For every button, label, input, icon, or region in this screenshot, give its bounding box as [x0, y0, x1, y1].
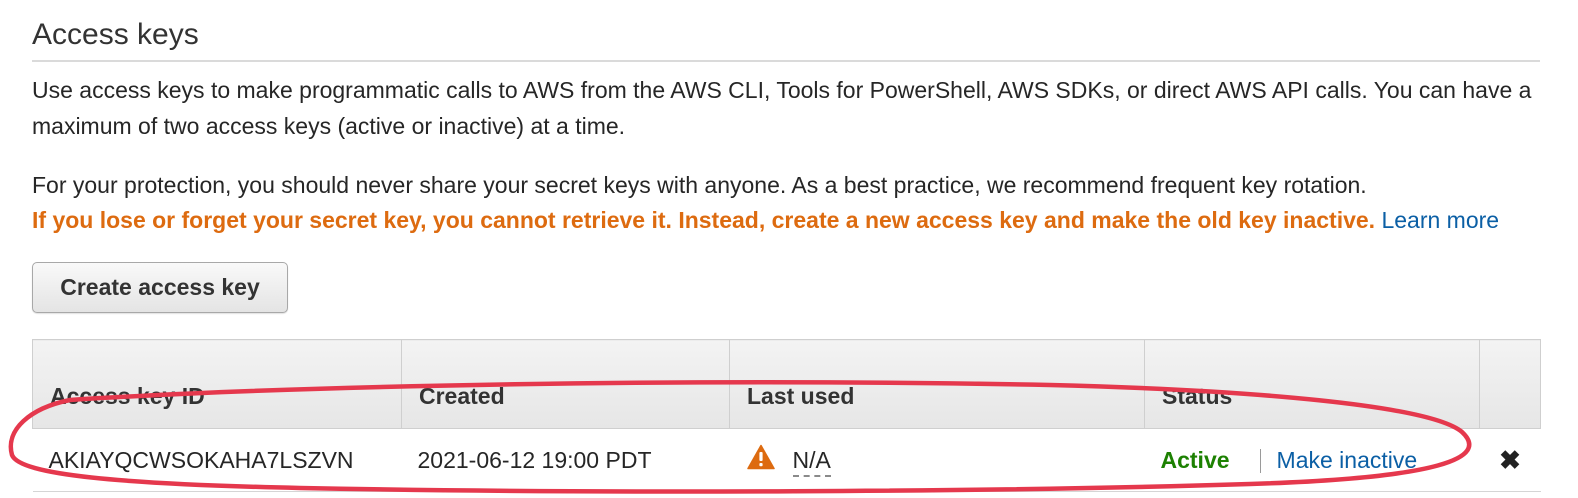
section-title: Access keys	[32, 18, 199, 51]
column-header-status: Status	[1144, 339, 1480, 429]
description-text: Use access keys to make programmatic cal…	[32, 77, 1532, 139]
table-header-row: Access key ID Created Last used Status	[32, 339, 1541, 429]
make-inactive-link[interactable]: Make inactive	[1277, 447, 1418, 473]
column-header-access-key-id: Access key ID	[32, 339, 402, 429]
create-access-key-button[interactable]: Create access key	[32, 262, 288, 313]
last-used-value[interactable]: N/A	[792, 446, 831, 477]
access-key-id-cell: AKIAYQCWSOKAHA7LSZVN	[32, 428, 402, 492]
status-badge: Active	[1160, 446, 1230, 473]
title-divider	[32, 60, 1540, 62]
warning-triangle-icon	[746, 444, 775, 476]
status-separator	[1259, 449, 1261, 474]
protection-text: For your protection, you should never sh…	[32, 172, 1367, 198]
last-used-cell: N/A	[729, 428, 1145, 492]
status-cell: Active Make inactive	[1144, 428, 1480, 492]
secret-key-warning: If you lose or forget your secret key, y…	[32, 207, 1376, 233]
column-header-actions	[1479, 339, 1541, 429]
learn-more-link[interactable]: Learn more	[1381, 207, 1499, 233]
table-row: AKIAYQCWSOKAHA7LSZVN 2021-06-12 19:00 PD…	[32, 428, 1541, 492]
created-cell: 2021-06-12 19:00 PDT	[401, 428, 730, 492]
column-header-created: Created	[401, 339, 730, 429]
access-keys-table: Access key ID Created Last used Status A…	[32, 339, 1541, 492]
delete-cell: ✖	[1479, 428, 1541, 492]
column-header-last-used: Last used	[729, 339, 1145, 429]
close-icon[interactable]: ✖	[1499, 445, 1521, 475]
protection-notice: For your protection, you should never sh…	[32, 168, 1562, 238]
